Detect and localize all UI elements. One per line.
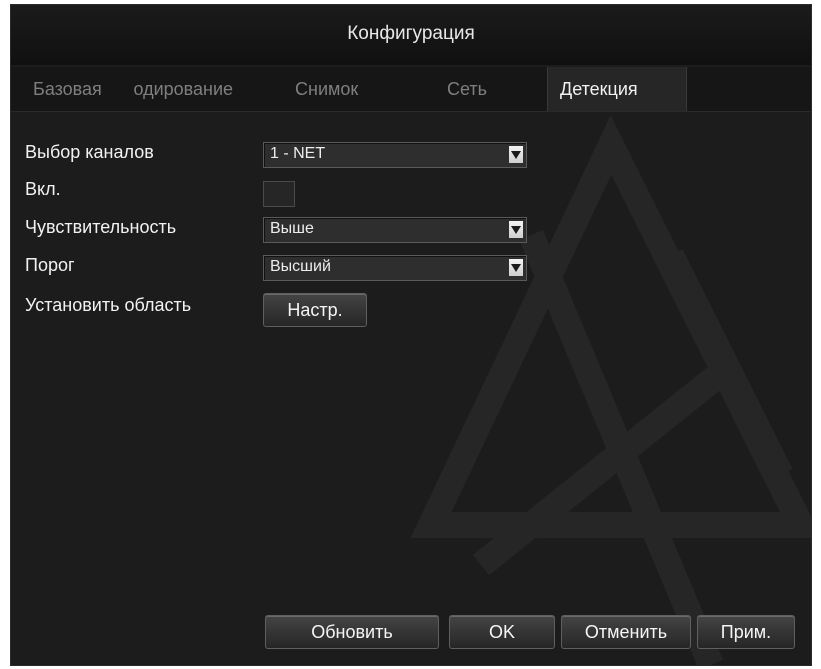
tab-bar: Базовая Кодирование Снимок Сеть Детекция — [11, 67, 811, 112]
tab-detection[interactable]: Детекция — [547, 67, 687, 111]
channel-select[interactable]: 1 - NET — [263, 142, 527, 168]
triangle-down-icon — [509, 221, 523, 238]
sensitivity-select-value: Выше — [270, 220, 314, 237]
tab-basic[interactable]: Базовая — [33, 67, 128, 111]
sensitivity-label: Чувствительность — [25, 217, 177, 237]
triangle-down-icon — [509, 259, 523, 276]
area-label: Установить область — [25, 295, 192, 315]
title-bar: Конфигурация — [11, 5, 811, 65]
threshold-select[interactable]: Высший — [263, 255, 527, 281]
cancel-button[interactable]: Отменить — [561, 615, 691, 649]
area-setup-button[interactable]: Настр. — [263, 293, 367, 327]
channel-select-value: 1 - NET — [270, 145, 326, 162]
channel-label: Выбор каналов — [25, 142, 154, 162]
config-window: Конфигурация Базовая Кодирование Снимок … — [10, 4, 812, 666]
tab-snapshot[interactable]: Снимок — [295, 67, 385, 111]
tab-network[interactable]: Сеть — [447, 67, 517, 111]
apply-button[interactable]: Прим. — [697, 615, 795, 649]
threshold-select-value: Высший — [270, 258, 331, 275]
ok-button[interactable]: OK — [449, 615, 555, 649]
enable-label: Вкл. — [25, 179, 61, 199]
threshold-label: Порог — [25, 255, 75, 275]
triangle-down-icon — [509, 146, 523, 163]
window-title: Конфигурация — [347, 23, 475, 44]
sensitivity-select[interactable]: Выше — [263, 217, 527, 243]
enable-checkbox[interactable] — [263, 181, 295, 207]
refresh-button[interactable]: Обновить — [265, 615, 439, 649]
tab-encoding[interactable]: Кодирование — [133, 67, 279, 111]
